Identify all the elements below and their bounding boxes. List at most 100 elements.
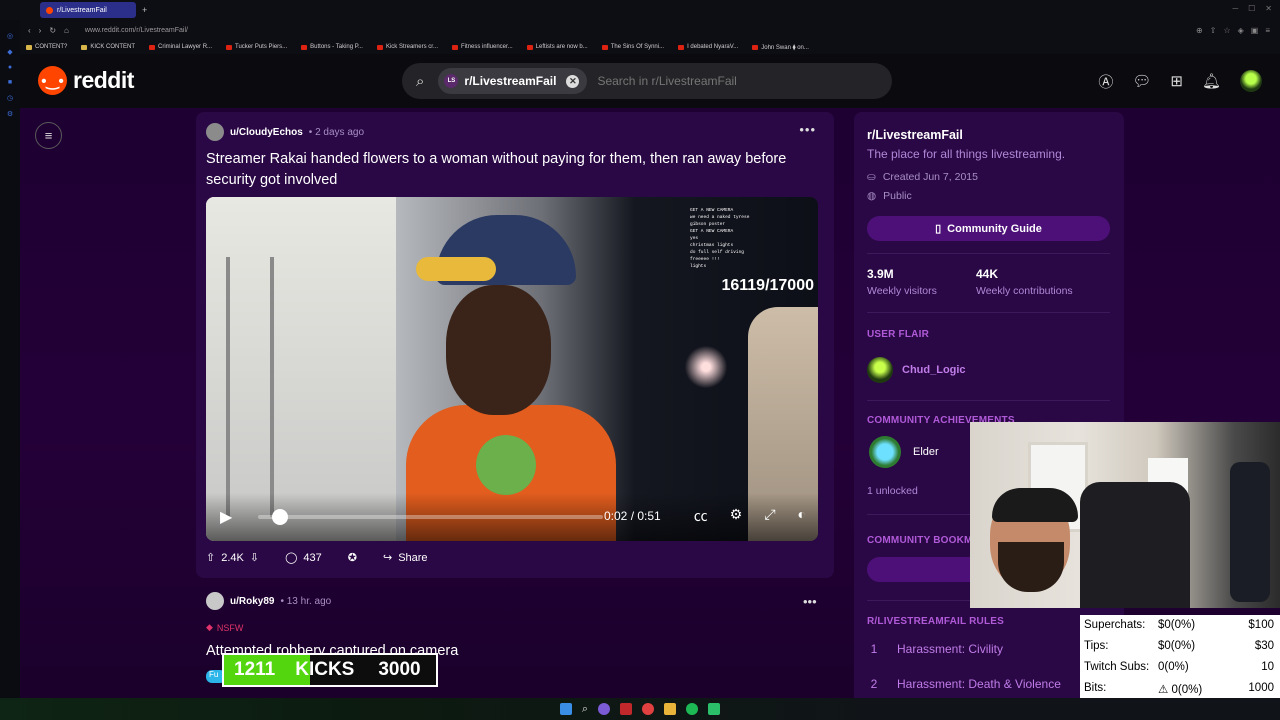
shield-icon[interactable]: ◈ bbox=[1238, 26, 1244, 35]
stream-chat-overlay: GET A NEW CAMERA we need a naked tyrese gi… bbox=[690, 207, 800, 270]
unlocked-count[interactable]: 1 unlocked bbox=[867, 485, 918, 497]
logo-text: reddit bbox=[73, 67, 134, 93]
stat-goal: $30 bbox=[1254, 640, 1274, 652]
rules-heading: R/LIVESTREAMFAIL RULES bbox=[867, 616, 1005, 627]
bookmark-item[interactable]: Tucker Puts Piers... bbox=[226, 44, 287, 50]
volume-icon[interactable]: ◐ bbox=[798, 506, 806, 526]
upvote-icon[interactable]: ⇧ bbox=[206, 551, 215, 564]
url-field[interactable]: www.reddit.com/r/LivestreamFail/ bbox=[85, 27, 188, 34]
subreddit-name[interactable]: r/LivestreamFail bbox=[867, 128, 963, 142]
app-icon-browser[interactable] bbox=[620, 703, 633, 715]
close-window-icon[interactable]: ✕ bbox=[1265, 4, 1272, 13]
share-button[interactable]: ↪ Share bbox=[383, 551, 428, 565]
reddit-logo[interactable]: •‿• reddit bbox=[38, 66, 134, 95]
sidebar-icon-home[interactable]: ◎ bbox=[7, 32, 13, 40]
bookmark-icon[interactable]: ☆ bbox=[1223, 26, 1230, 35]
clear-chip-icon[interactable]: ✕ bbox=[566, 74, 580, 88]
flair-avatar bbox=[867, 357, 893, 383]
bookmark-item[interactable]: Leftists are now b... bbox=[526, 44, 588, 50]
extension-icons: ⊕ ⇧ ☆ ◈ ▣ ≡ bbox=[1196, 26, 1270, 35]
rule-item[interactable]: 1 Harassment: Civility bbox=[867, 642, 1003, 656]
author-avatar[interactable] bbox=[206, 592, 224, 610]
reload-icon[interactable]: ↻ bbox=[49, 26, 56, 35]
extension-icon[interactable]: ▣ bbox=[1251, 26, 1259, 35]
share-icon[interactable]: ⇧ bbox=[1210, 26, 1217, 35]
award-button[interactable]: ✪ bbox=[348, 551, 357, 564]
sidebar-icon-bookmarks[interactable]: ◆ bbox=[7, 48, 12, 56]
app-icon-discord[interactable] bbox=[598, 703, 611, 715]
bookmark-label: John Swan ⧫ on... bbox=[761, 44, 809, 51]
create-post-icon[interactable]: ⊞ bbox=[1170, 72, 1183, 90]
minimize-icon[interactable]: ─ bbox=[1232, 4, 1238, 13]
seek-bar[interactable] bbox=[258, 509, 603, 525]
fullscreen-icon[interactable]: ⤢ bbox=[764, 506, 775, 526]
rule-item[interactable]: 2 Harassment: Death & Violence bbox=[867, 677, 1061, 691]
app-icon-spotify[interactable] bbox=[686, 703, 699, 715]
zoom-icon[interactable]: ⊕ bbox=[1196, 26, 1203, 35]
bookmark-item[interactable]: Buttons - Taking P... bbox=[301, 44, 363, 50]
community-guide-button[interactable]: ▯ Community Guide bbox=[867, 216, 1110, 241]
post-title[interactable]: Streamer Rakai handed flowers to a woman… bbox=[206, 149, 816, 191]
hamburger-menu-icon[interactable]: ≡ bbox=[35, 122, 62, 149]
award-icon: ✪ bbox=[347, 552, 357, 564]
search-input[interactable] bbox=[597, 74, 858, 88]
sidebar-icon-history[interactable]: ◷ bbox=[7, 94, 13, 102]
captions-icon[interactable]: ㏄ bbox=[694, 506, 708, 526]
app-icon-obs[interactable] bbox=[642, 703, 655, 715]
post2-options-icon[interactable]: ••• bbox=[803, 594, 817, 609]
post-time: • 13 hr. ago bbox=[280, 595, 332, 607]
bookmark-item[interactable]: I debated NyaraV... bbox=[678, 44, 738, 50]
maximize-icon[interactable]: ☐ bbox=[1248, 4, 1255, 13]
comments-button[interactable]: ◯ 437 bbox=[285, 551, 322, 565]
post-options-icon[interactable]: ••• bbox=[799, 122, 816, 137]
author-name[interactable]: u/Roky89 bbox=[230, 596, 274, 607]
advertise-icon[interactable]: Ⓐ bbox=[1098, 71, 1113, 92]
play-icon[interactable]: ▶ bbox=[220, 507, 232, 527]
settings-gear-icon[interactable]: ⚙ bbox=[730, 506, 743, 526]
start-icon[interactable] bbox=[559, 703, 572, 715]
home-icon[interactable]: ⌂ bbox=[64, 26, 69, 35]
downvote-icon[interactable]: ⇩ bbox=[250, 551, 259, 564]
bookmark-item[interactable]: Criminal Lawyer R... bbox=[149, 44, 212, 50]
author-name[interactable]: u/CloudyEchos bbox=[230, 127, 303, 138]
user-flair[interactable]: Chud_Logic bbox=[867, 357, 966, 383]
bookmark-item[interactable]: CONTENT? bbox=[26, 44, 67, 50]
seek-knob[interactable] bbox=[271, 509, 288, 525]
visibility-row: ◍ Public bbox=[867, 190, 912, 202]
chat-icon[interactable]: 💬︎ bbox=[1132, 72, 1151, 90]
sidebar-icon-settings[interactable]: ⚙ bbox=[7, 110, 13, 118]
bookmark-label: KICK CONTENT bbox=[90, 44, 136, 50]
kicks-label: KICKS bbox=[295, 659, 355, 680]
menu-icon[interactable]: ≡ bbox=[1265, 26, 1270, 35]
video-player[interactable]: GET A NEW CAMERA we need a naked tyrese gi… bbox=[206, 197, 818, 541]
stat-label: Superchats: bbox=[1084, 619, 1146, 631]
app-icon-xbox[interactable] bbox=[708, 703, 721, 715]
bookmarks-heading: COMMUNITY BOOKM bbox=[867, 535, 973, 546]
stream-counter: 16119/17000 bbox=[721, 277, 814, 294]
subreddit-filter-chip[interactable]: LS r/LivestreamFail ✕ bbox=[438, 68, 588, 94]
bookmark-label: CONTENT? bbox=[35, 44, 68, 50]
back-icon[interactable]: ‹ bbox=[28, 26, 31, 35]
bookmark-item[interactable]: KICK CONTENT bbox=[81, 44, 135, 50]
vote-group: ⇧ 2.4K ⇩ bbox=[206, 551, 259, 565]
author-avatar[interactable] bbox=[206, 123, 224, 141]
post-card[interactable]: u/CloudyEchos • 2 days ago ••• Streamer … bbox=[196, 112, 834, 578]
stat-label: Twitch Subs: bbox=[1084, 661, 1150, 673]
sidebar-icon-messenger[interactable]: ● bbox=[8, 64, 12, 71]
browser-tab[interactable]: r/LivestreamFail bbox=[40, 2, 136, 18]
user-avatar[interactable] bbox=[1240, 70, 1262, 92]
bookmark-item[interactable]: John Swan ⧫ on... bbox=[752, 44, 809, 51]
notifications-bell-icon[interactable]: 🔔︎ bbox=[1202, 72, 1221, 90]
bookmark-item[interactable]: The Sins Of Synni... bbox=[601, 44, 664, 50]
achievement-item[interactable]: Elder bbox=[869, 436, 939, 468]
sidebar-icon-twitch[interactable]: ■ bbox=[8, 79, 12, 86]
search-taskbar-icon[interactable]: ⌕ bbox=[582, 703, 588, 716]
bookmark-item[interactable]: Kick Streamers cr... bbox=[376, 44, 438, 50]
app-icon-folder[interactable] bbox=[664, 703, 677, 715]
stat-value: ⚠ 0(0%) bbox=[1158, 684, 1203, 696]
stat-value: 0(0%) bbox=[1158, 661, 1189, 673]
search-bar[interactable]: ⌕ LS r/LivestreamFail ✕ bbox=[402, 63, 892, 99]
new-tab-icon[interactable]: + bbox=[142, 5, 147, 15]
bookmark-item[interactable]: Fitness influencer... bbox=[451, 44, 513, 50]
forward-icon[interactable]: › bbox=[39, 26, 42, 35]
